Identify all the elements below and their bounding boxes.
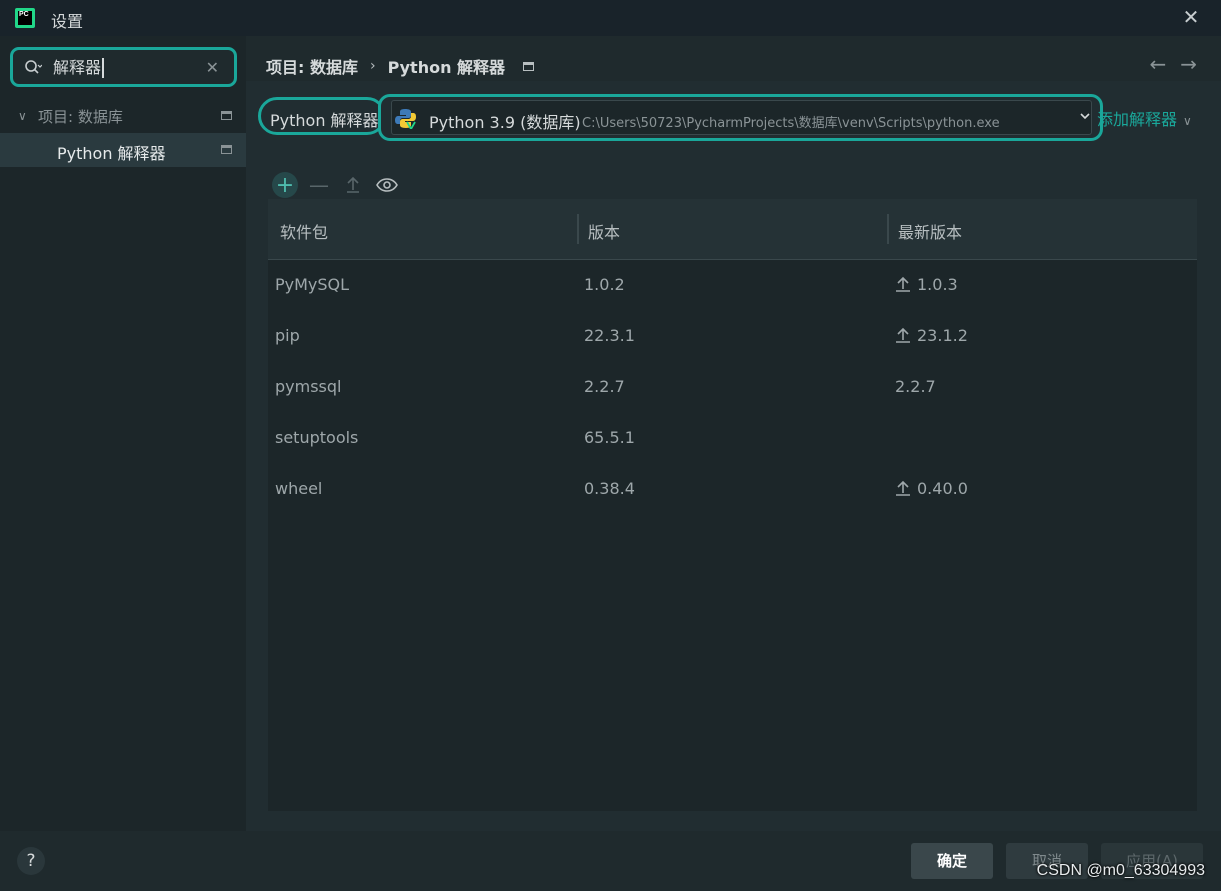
- add-interpreter-link[interactable]: 添加解释器 ∨: [1097, 106, 1192, 130]
- breadcrumb-parent[interactable]: 项目: 数据库: [266, 54, 358, 78]
- interpreter-select[interactable]: Python 3.9 (数据库) C:\Users\50723\PycharmP…: [378, 94, 1103, 141]
- interpreter-content: Python 解释器: Python 3.9 (数据库) C:\Users\50…: [246, 81, 1221, 831]
- package-latest: 0.40.0: [895, 479, 968, 498]
- sidebar-item-label: 项目: 数据库: [38, 108, 123, 126]
- dialog-footer: ? 确定 取消 应用(A) CSDN @m0_63304993: [0, 831, 1221, 891]
- csdn-watermark: CSDN @m0_63304993: [1036, 862, 1205, 879]
- search-icon: [25, 60, 42, 74]
- interpreter-path: C:\Users\50723\PycharmProjects\数据库\venv\…: [582, 116, 1000, 131]
- package-latest: 23.1.2: [895, 326, 968, 345]
- package-toolbar: + —: [272, 171, 400, 199]
- project-scope-icon: [221, 145, 232, 154]
- package-version: 1.0.2: [584, 275, 625, 294]
- history-nav: ← →: [1149, 52, 1197, 76]
- forward-arrow-icon[interactable]: →: [1180, 52, 1197, 76]
- package-name: PyMySQL: [275, 275, 350, 294]
- clear-search-icon[interactable]: ✕: [206, 58, 219, 77]
- close-icon[interactable]: ✕: [1181, 7, 1201, 27]
- settings-main-panel: 项目: 数据库 › Python 解释器 ← → Python 解释器: Pyt…: [246, 36, 1221, 831]
- chevron-down-icon[interactable]: ∨: [18, 109, 27, 123]
- package-name: wheel: [275, 479, 323, 498]
- column-divider[interactable]: [887, 214, 889, 244]
- window-title: 设置: [51, 12, 84, 31]
- chevron-down-icon[interactable]: [1080, 111, 1090, 121]
- chevron-down-icon: ∨: [1183, 114, 1192, 128]
- column-header-version[interactable]: 版本: [588, 219, 620, 243]
- package-name: pymssql: [275, 377, 342, 396]
- package-version: 0.38.4: [584, 479, 635, 498]
- sidebar-item-label: Python 解释器: [57, 144, 166, 163]
- table-row[interactable]: setuptools 65.5.1: [268, 413, 1197, 464]
- remove-package-button[interactable]: —: [306, 172, 332, 198]
- pycharm-logo-icon: PC: [15, 8, 35, 28]
- package-version: 65.5.1: [584, 428, 635, 447]
- settings-sidebar: 解释器 ✕ ∨ 项目: 数据库 Python 解释器: [0, 36, 246, 831]
- package-version: 22.3.1: [584, 326, 635, 345]
- sidebar-item-python-interpreter[interactable]: Python 解释器: [0, 133, 246, 167]
- package-name: pip: [275, 326, 300, 345]
- interpreter-label: Python 解释器:: [258, 97, 386, 135]
- interpreter-name: Python 3.9 (数据库): [429, 113, 581, 132]
- search-value: 解释器: [53, 58, 105, 78]
- package-latest: 1.0.3: [895, 275, 958, 294]
- package-version: 2.2.7: [584, 377, 625, 396]
- package-name: setuptools: [275, 428, 359, 447]
- help-button[interactable]: ?: [17, 847, 45, 875]
- python-logo-icon: [395, 109, 416, 129]
- title-bar: PC 设置 ✕: [0, 0, 1221, 36]
- table-row[interactable]: pip 22.3.1 23.1.2: [268, 311, 1197, 362]
- add-interpreter-label: 添加解释器: [1097, 110, 1178, 129]
- upload-icon: [347, 176, 359, 193]
- upgrade-available-icon: [896, 480, 910, 496]
- table-row[interactable]: wheel 0.38.4 0.40.0: [268, 464, 1197, 515]
- project-scope-icon: [221, 111, 232, 120]
- breadcrumb-current: Python 解释器: [387, 58, 506, 77]
- project-scope-icon: [523, 61, 535, 71]
- ok-button[interactable]: 确定: [911, 843, 993, 879]
- breadcrumb-separator: ›: [369, 58, 376, 74]
- column-header-latest[interactable]: 最新版本: [898, 219, 962, 243]
- settings-search-input[interactable]: 解释器 ✕: [10, 47, 237, 87]
- upgrade-available-icon: [896, 276, 910, 292]
- packages-table: 软件包 版本 最新版本 PyMySQL 1.0.2 1.0.3 pip 22.3…: [268, 199, 1197, 811]
- table-row[interactable]: pymssql 2.2.7 2.2.7: [268, 362, 1197, 413]
- column-header-package[interactable]: 软件包: [280, 219, 328, 243]
- add-package-button[interactable]: +: [272, 172, 298, 198]
- upgrade-available-icon: [896, 327, 910, 343]
- column-divider[interactable]: [577, 214, 579, 244]
- table-row[interactable]: PyMySQL 1.0.2 1.0.3: [268, 260, 1197, 311]
- breadcrumb: 项目: 数据库 › Python 解释器: [266, 54, 535, 78]
- table-header: 软件包 版本 最新版本: [268, 199, 1197, 260]
- sidebar-item-project[interactable]: ∨ 项目: 数据库: [0, 99, 246, 133]
- package-latest: 2.2.7: [895, 377, 936, 396]
- upgrade-package-button[interactable]: [340, 172, 366, 198]
- show-early-releases-button[interactable]: [374, 172, 400, 198]
- back-arrow-icon[interactable]: ←: [1149, 52, 1166, 76]
- eye-icon: [376, 178, 398, 192]
